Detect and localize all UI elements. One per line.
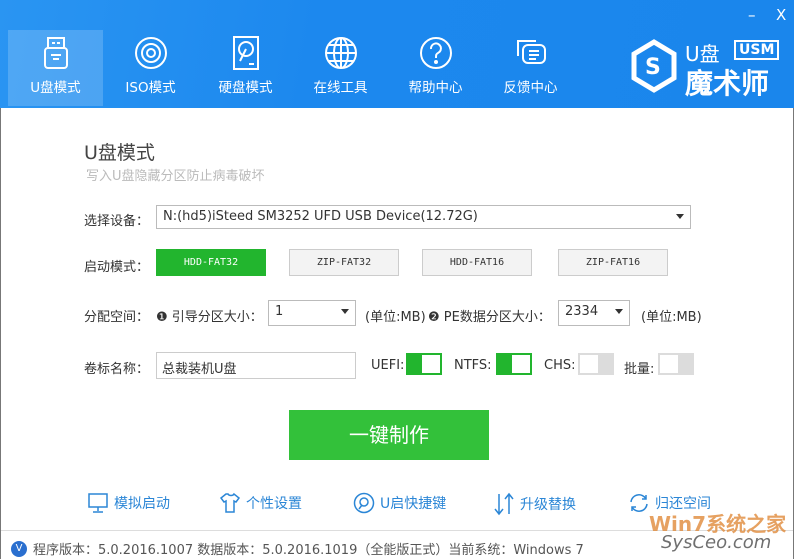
tab-label: U盘模式 [30, 80, 81, 96]
logo-icon: S [631, 39, 677, 93]
refresh-icon [630, 494, 648, 512]
minimize-button[interactable]: – [748, 6, 756, 24]
pe-size-select[interactable]: 2334 [558, 300, 630, 326]
chs-label: CHS: [544, 358, 576, 373]
uefi-toggle[interactable] [406, 353, 442, 375]
tab-hdd-mode[interactable]: 硬盘模式 [198, 30, 293, 106]
shirt-icon [219, 492, 241, 513]
mode-zip-fat32[interactable]: ZIP-FAT32 [289, 249, 399, 276]
tool-label: 模拟启动 [114, 496, 170, 512]
logo-line2: 魔术师 [685, 67, 770, 100]
tab-label: 帮助中心 [408, 80, 463, 96]
version-info: 程序版本：5.0.2016.1007 数据版本：5.0.2016.1019（全能… [33, 543, 584, 558]
unit-label: (单位:MB) [641, 310, 702, 325]
chevron-down-icon [615, 309, 623, 314]
chevron-down-icon [341, 309, 349, 314]
tool-label: 升级替换 [520, 497, 576, 513]
hard-disk-icon [232, 36, 259, 70]
uefi-label: UEFI: [371, 358, 405, 373]
tab-label: 反馈中心 [503, 80, 558, 96]
question-icon [419, 37, 452, 69]
chs-toggle[interactable] [578, 353, 614, 375]
search-key-icon [353, 492, 375, 514]
main-panel: U盘模式 写入U盘隐藏分区防止病毒破坏 选择设备： N:(hd5)iSteed … [0, 108, 794, 559]
tab-label: ISO模式 [125, 80, 176, 96]
tab-iso-mode[interactable]: ISO模式 [103, 30, 198, 106]
mode-hdd-fat16[interactable]: HDD-FAT16 [422, 249, 532, 276]
monitor-icon [88, 493, 108, 513]
close-button[interactable]: X [776, 6, 786, 24]
version-badge-icon: V [11, 540, 27, 557]
tab-label: 硬盘模式 [218, 80, 273, 96]
device-select[interactable]: N:(hd5)iSteed SM3252 UFD USB Device(12.7… [156, 205, 691, 229]
tool-label: U启快捷键 [380, 496, 447, 512]
mode-zip-fat16[interactable]: ZIP-FAT16 [558, 249, 668, 276]
chevron-down-icon [676, 214, 684, 219]
boot-mode-label: 启动模式： [84, 260, 150, 275]
header: – X U盘模式 ISO模式 硬盘模式 在线工具 帮助中心 反馈中心 S U盘 … [0, 0, 794, 108]
globe-icon [324, 37, 357, 69]
watermark-line2: SysCeo.com [661, 532, 772, 553]
tab-online-tools[interactable]: 在线工具 [293, 30, 388, 106]
boot-size-value: 1 [275, 304, 284, 319]
page-subtitle: 写入U盘隐藏分区防止病毒破坏 [86, 169, 265, 184]
tab-help-center[interactable]: 帮助中心 [388, 30, 483, 106]
up-down-arrows-icon [494, 492, 514, 516]
alloc-label: 分配空间： [84, 310, 150, 325]
boot-size-label: ❶ 引导分区大小： [156, 310, 263, 325]
batch-toggle[interactable] [658, 353, 694, 375]
personalize-button[interactable]: 个性设置 [219, 492, 302, 514]
volume-name-input[interactable]: 总裁装机U盘 [156, 352, 356, 379]
batch-label: 批量: [624, 362, 655, 377]
volume-label: 卷标名称： [84, 362, 150, 377]
pe-size-value: 2334 [565, 304, 599, 319]
tab-usb-mode[interactable]: U盘模式 [8, 30, 103, 106]
unit-label: (单位:MB) [365, 310, 426, 325]
ntfs-label: NTFS: [454, 358, 492, 373]
page-title: U盘模式 [84, 142, 155, 164]
boot-hotkey-button[interactable]: U启快捷键 [353, 492, 446, 514]
usb-drive-icon [43, 37, 68, 69]
mode-hdd-fat32[interactable]: HDD-FAT32 [156, 249, 266, 276]
disc-icon [134, 37, 167, 69]
one-click-make-button[interactable]: 一键制作 [289, 410, 489, 460]
tab-label: 在线工具 [313, 80, 368, 96]
boot-size-select[interactable]: 1 [268, 300, 356, 326]
tab-feedback-center[interactable]: 反馈中心 [483, 30, 578, 106]
svg-text:S: S [645, 55, 661, 80]
upgrade-replace-button[interactable]: 升级替换 [493, 492, 576, 516]
device-label: 选择设备： [84, 214, 150, 229]
simulate-boot-button[interactable]: 模拟启动 [87, 492, 170, 514]
device-value: N:(hd5)iSteed SM3252 UFD USB Device(12.7… [163, 209, 478, 224]
chat-icon [516, 40, 546, 64]
logo-badge: USM [734, 40, 780, 60]
ntfs-toggle[interactable] [496, 353, 532, 375]
pe-size-label: ❷ PE数据分区大小： [428, 310, 551, 325]
tool-label: 个性设置 [246, 496, 302, 512]
